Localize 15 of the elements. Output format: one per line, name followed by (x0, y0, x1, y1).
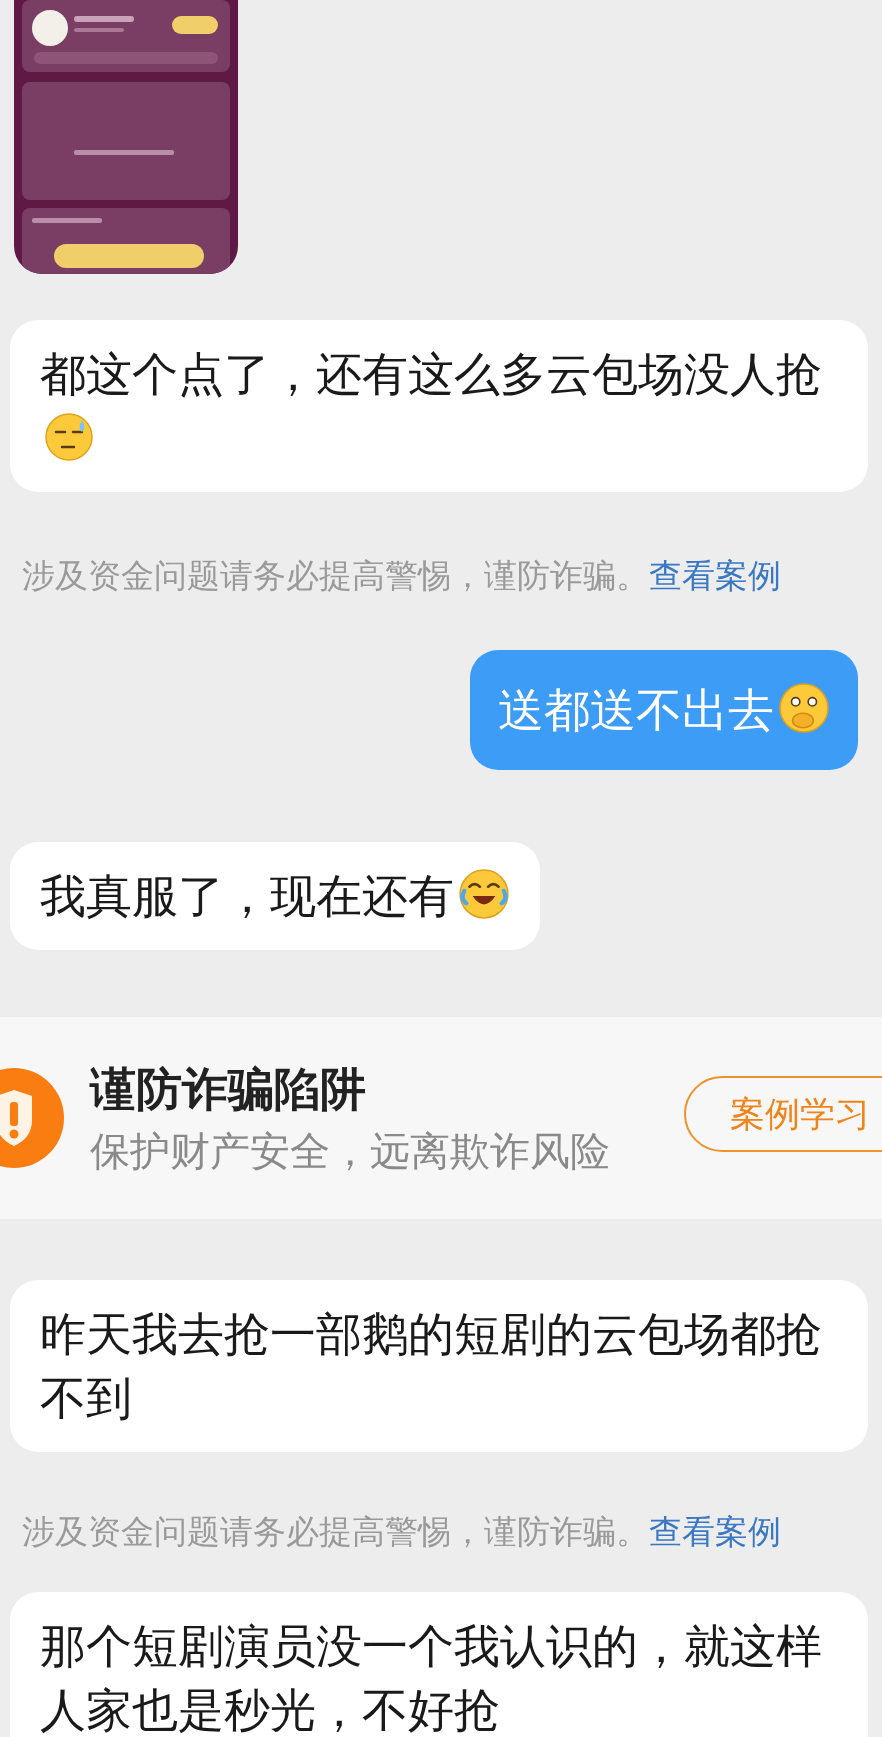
cover-mouth-emoji-icon (778, 682, 830, 734)
view-cases-link[interactable]: 查看案例 (649, 557, 781, 594)
sweat-emoji-icon (44, 412, 94, 462)
view-cases-link[interactable]: 查看案例 (649, 1513, 781, 1550)
message-bubble: 昨天我去抢一部鹅的短剧的云包场都抢不到 (10, 1280, 868, 1452)
message-bubble: 都这个点了，还有这么多云包场没人抢 (10, 320, 868, 492)
case-study-button[interactable]: 案例学习 (684, 1076, 882, 1152)
fraud-warning-text: 涉及资金问题请务必提高警惕，谨防诈骗。查看案例 (22, 556, 782, 596)
laugh-cry-emoji-icon (458, 868, 510, 920)
message-bubble: 我真服了，现在还有 (10, 842, 540, 950)
message-bubble: 那个短剧演员没一个我认识的，就这样人家也是秒光，不好抢 (10, 1592, 868, 1737)
message-bubble: 送都送不出去 (470, 650, 858, 770)
fraud-warning-text: 涉及资金问题请务必提高警惕，谨防诈骗。查看案例 (22, 1512, 782, 1552)
banner-title: 谨防诈骗陷阱 (90, 1062, 367, 1117)
banner-subtitle: 保护财产安全，远离欺诈风险 (90, 1128, 611, 1175)
